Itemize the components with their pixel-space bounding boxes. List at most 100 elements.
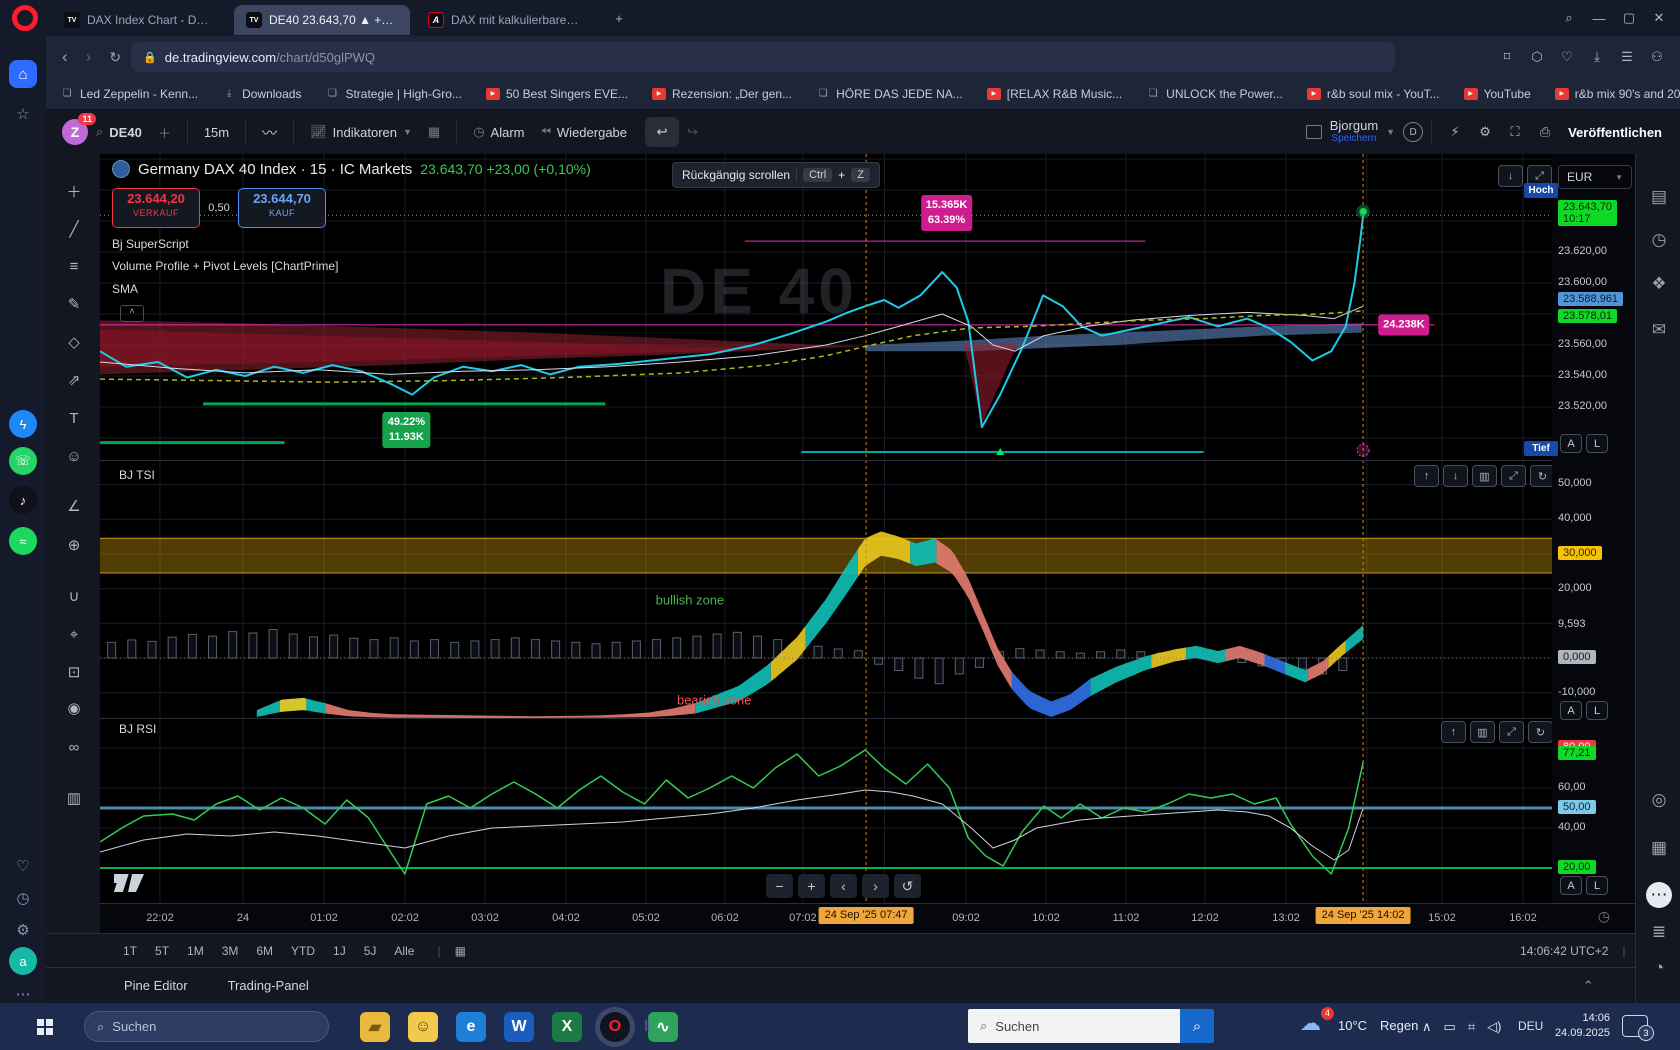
bookmark-item[interactable]: ❏UNLOCK the Power...	[1146, 87, 1283, 101]
brush-tool-icon[interactable]: ✎	[63, 293, 85, 315]
new-tab-button[interactable]: +	[604, 11, 634, 26]
scroll-right-button[interactable]: ›	[862, 874, 889, 898]
bookmark-item[interactable]: ❏Led Zeppelin - Kenn...	[60, 87, 198, 101]
pane-maximize-button[interactable]: ⤢	[1501, 465, 1526, 487]
bookmark-item[interactable]: ▶r&b mix 90's and 20...	[1555, 87, 1680, 101]
taskbar-clock[interactable]: 14:0624.09.2025	[1548, 1011, 1610, 1041]
sidebar-bookmarks-icon[interactable]: ☆	[9, 100, 37, 128]
layout-select-button[interactable]	[1298, 125, 1330, 139]
emoji-tool-icon[interactable]: ☺	[63, 445, 85, 467]
interval-button[interactable]: 15m	[196, 125, 237, 140]
site-lock-icon[interactable]: 🔒	[143, 51, 157, 64]
object-tree-tool-icon[interactable]: ∞	[63, 736, 85, 758]
charts-app-taskbar-icon[interactable]: ∿	[648, 1012, 678, 1042]
rail-alerts-icon[interactable]: ◷	[1646, 227, 1672, 253]
browser-tab-3[interactable]: ADAX mit kalkulierbarem Ri	[416, 5, 592, 35]
weather-desc[interactable]: Regen	[1380, 1018, 1418, 1033]
extension-icon[interactable]: ⬡	[1522, 49, 1552, 65]
start-button[interactable]	[30, 1012, 60, 1042]
pane-up-button[interactable]: ↑	[1441, 721, 1466, 743]
magnet-tool-icon[interactable]: ∪	[63, 585, 85, 607]
bookmark-item[interactable]: ▶r&b soul mix - YouT...	[1307, 87, 1440, 101]
ruler-tool-icon[interactable]: ∠	[63, 495, 85, 517]
pane-maximize-button[interactable]: ⤢	[1499, 721, 1524, 743]
zoom-in-tool-icon[interactable]: ⊕	[63, 534, 85, 556]
undo-button[interactable]: ↩	[645, 117, 679, 147]
window-maximize-button[interactable]: ▢	[1614, 10, 1644, 26]
bookmark-item[interactable]: ▶50 Best Singers EVE...	[486, 87, 628, 101]
sidebar-whatsapp-icon[interactable]: ☏	[9, 447, 37, 475]
rail-more-options-icon[interactable]: ⋯	[1646, 882, 1672, 908]
bookmark-item[interactable]: ▶YouTube	[1464, 87, 1531, 101]
bookmark-item[interactable]: ▶[RELAX R&B Music...	[987, 87, 1122, 101]
downloads-icon[interactable]: ⤓	[1582, 49, 1612, 65]
sidebar-settings-icon[interactable]: ⚙	[9, 916, 37, 944]
server-clock[interactable]: 14:06:42 UTC+2	[1520, 944, 1608, 958]
drawing-mode-tool-icon[interactable]: ⌖	[63, 623, 85, 645]
projection-tool-icon[interactable]: ⇗	[63, 369, 85, 391]
drive-badge[interactable]: D	[1403, 122, 1423, 142]
excel-taskbar-icon[interactable]: X	[552, 1012, 582, 1042]
pane-down-button[interactable]: ↓	[1443, 465, 1468, 487]
word-taskbar-icon[interactable]: W	[504, 1012, 534, 1042]
redo-button[interactable]: ↪	[679, 124, 706, 140]
screen-cast-icon[interactable]: ▭	[1444, 1019, 1456, 1035]
timezone-button[interactable]: ◷	[1594, 908, 1614, 928]
pane-delete-button[interactable]: ▥	[1470, 721, 1495, 743]
tab-pine-editor[interactable]: Pine Editor	[124, 978, 188, 993]
rail-data-window-icon[interactable]: ≣	[1646, 919, 1672, 945]
range-5j-button[interactable]: 5J	[355, 944, 386, 958]
go-to-date-button[interactable]: ▦	[455, 944, 466, 958]
sidebar-favorites-icon[interactable]: ♡	[9, 852, 37, 880]
reload-button[interactable]: ↻	[109, 49, 121, 66]
price-scale[interactable]: 23.643,7010:1723.620,0023.600,0023.588,9…	[1552, 154, 1635, 903]
bookmark-item[interactable]: ▶Rezension: „Der gen...	[652, 87, 792, 101]
range-6m-button[interactable]: 6M	[247, 944, 282, 958]
log-scale-button[interactable]: L	[1586, 876, 1608, 895]
range-1m-button[interactable]: 1M	[178, 944, 213, 958]
symbol-search[interactable]: ⌕DE40	[88, 124, 150, 140]
sidebar-aria-icon[interactable]: a	[9, 947, 37, 975]
indicator-legend-1[interactable]: Bj SuperScript	[112, 237, 189, 251]
alert-button[interactable]: ◷Alarm	[465, 124, 532, 140]
weather-temp[interactable]: 10°C	[1338, 1018, 1367, 1033]
range-1t-button[interactable]: 1T	[114, 944, 146, 958]
edge-taskbar-icon[interactable]: e	[456, 1012, 486, 1042]
indicator-legend-3[interactable]: SMA	[112, 282, 138, 296]
quick-actions-icon[interactable]: ⚡︎	[1440, 124, 1470, 140]
layout-chevron-icon[interactable]: ▼	[1386, 127, 1395, 137]
network-icon[interactable]: ⌗	[1468, 1019, 1475, 1035]
favorite-icon[interactable]: ♡	[1552, 49, 1582, 65]
rail-chat-icon[interactable]: ✉	[1646, 317, 1672, 343]
profile-icon[interactable]: ⚇	[1642, 49, 1672, 65]
time-axis[interactable]: 22:022401:0202:0203:0204:0205:0206:0207:…	[100, 903, 1635, 934]
forward-button[interactable]: ›	[86, 47, 92, 67]
hide-drawings-tool-icon[interactable]: ◉	[63, 697, 85, 719]
sidebar-home-icon[interactable]: ⌂	[9, 60, 37, 88]
log-scale-button[interactable]: L	[1586, 434, 1608, 453]
pane-reset-button[interactable]: ↻	[1528, 721, 1553, 743]
text-tool-icon[interactable]: T	[63, 407, 85, 429]
sidebar-messenger-icon[interactable]: ϟ	[9, 410, 37, 438]
opera-taskbar-icon[interactable]: O	[600, 1012, 630, 1042]
browser-tab-1[interactable]: TVDAX Index Chart - DAX 40	[52, 5, 228, 35]
range-alle-button[interactable]: Alle	[385, 944, 423, 958]
keyboard-language[interactable]: DEU	[1518, 1019, 1543, 1033]
replay-button[interactable]: ⏪︎Wiedergabe	[533, 124, 636, 140]
pane-title-tsi[interactable]: BJ TSI	[119, 468, 155, 482]
browser-tab-2[interactable]: TVDE40 23.643,70 ▲ +0.43%	[234, 5, 410, 35]
rail-timezone-icon[interactable]: ◔	[1646, 955, 1672, 981]
rail-watchlist-icon[interactable]: ▤	[1646, 184, 1672, 210]
trendline-tool-icon[interactable]: ╱	[63, 218, 85, 240]
auto-scale-button[interactable]: A	[1560, 701, 1582, 720]
back-button[interactable]: ‹	[62, 47, 68, 67]
search-flyout-field[interactable]: ⌕ Suchen	[968, 1009, 1180, 1043]
rail-economic-calendar-icon[interactable]: ▦	[1646, 835, 1672, 861]
reset-view-button[interactable]: ↺	[894, 874, 921, 898]
layout-grid-button[interactable]: ▦	[420, 124, 448, 140]
window-minimize-button[interactable]: —	[1584, 11, 1614, 26]
bookmark-item[interactable]: ❏HÖRE DAS JEDE NA...	[816, 87, 963, 101]
chart-settings-icon[interactable]: ⚙︎	[1470, 124, 1500, 140]
layout-name[interactable]: BjorgumSpeichern	[1330, 119, 1378, 145]
rail-screener-icon[interactable]: ◎	[1646, 787, 1672, 813]
